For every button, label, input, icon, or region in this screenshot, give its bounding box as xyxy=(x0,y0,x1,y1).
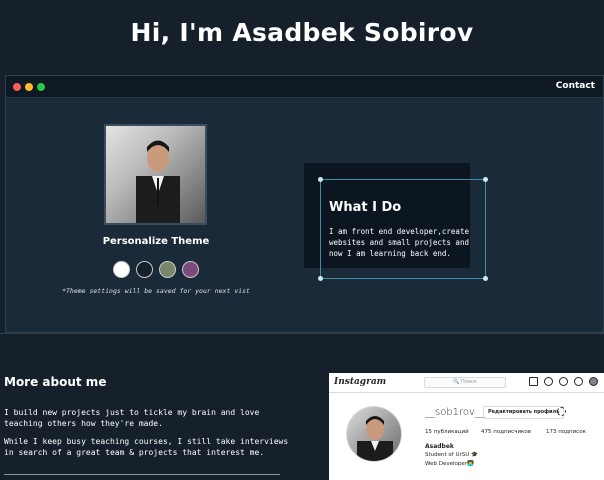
heart-icon xyxy=(574,377,583,386)
theme-swatch-light[interactable] xyxy=(113,261,130,278)
text-underline xyxy=(4,474,280,475)
instagram-nav-icons xyxy=(529,377,598,386)
explore-icon xyxy=(559,377,568,386)
more-about-paragraph: While I keep busy teaching courses, I st… xyxy=(4,437,289,457)
maximize-dot-icon xyxy=(37,83,45,91)
instagram-stat-following: 173 подписок xyxy=(546,429,586,435)
avatar-small-icon xyxy=(589,377,598,386)
instagram-stat-followers: 475 подписчиков xyxy=(481,429,531,435)
person-avatar-icon xyxy=(357,416,393,461)
theme-swatch-dark[interactable] xyxy=(136,261,153,278)
contact-link[interactable]: Contact xyxy=(556,81,595,91)
page-title: Hi, I'm Asadbek Sobirov xyxy=(130,18,474,47)
resize-handle xyxy=(318,177,323,182)
messenger-icon xyxy=(544,377,553,386)
resize-handle xyxy=(318,276,323,281)
instagram-username: __sob1rov__ xyxy=(425,407,485,418)
section-divider xyxy=(0,333,604,334)
minimize-dot-icon xyxy=(25,83,33,91)
instagram-name: Asadbek xyxy=(425,443,454,450)
instagram-screenshot: Instagram 🔍 Поиск __sob1rov__ Редактиров… xyxy=(329,373,604,480)
instagram-topbar: Instagram 🔍 Поиск xyxy=(329,373,604,393)
theme-title: Personalize Theme xyxy=(102,236,210,247)
instagram-stat-posts: 15 публикаций xyxy=(425,429,469,435)
edit-profile-button: Редактировать профиль xyxy=(483,406,565,419)
person-silhouette-icon xyxy=(136,140,180,223)
instagram-bio-line: Student of UrSU 🎓 xyxy=(425,452,478,458)
more-about-title: More about me xyxy=(4,375,107,389)
what-i-do-title: What I Do xyxy=(329,200,402,215)
theme-swatch-green[interactable] xyxy=(159,261,176,278)
instagram-bio-line: Web Developer👨‍💻 xyxy=(425,461,474,467)
what-i-do-text: I am front end developer,create websites… xyxy=(329,227,469,258)
profile-photo xyxy=(104,124,207,225)
browser-titlebar: Contact xyxy=(6,76,603,98)
what-i-do-card: What I Do I am front end developer,creat… xyxy=(318,177,488,281)
browser-window: Contact Personalize Theme *Theme setting… xyxy=(5,75,604,333)
home-icon xyxy=(529,377,538,386)
instagram-avatar xyxy=(346,406,402,462)
instagram-search: 🔍 Поиск xyxy=(424,377,506,388)
gear-icon xyxy=(557,407,566,416)
resize-handle xyxy=(483,276,488,281)
theme-swatches xyxy=(113,261,199,279)
close-dot-icon xyxy=(13,83,21,91)
instagram-logo: Instagram xyxy=(334,377,387,387)
theme-note: *Theme settings will be saved for your n… xyxy=(62,287,250,295)
resize-handle xyxy=(483,177,488,182)
theme-swatch-purple[interactable] xyxy=(182,261,199,278)
more-about-paragraph: I build new projects just to tickle my b… xyxy=(4,408,260,428)
